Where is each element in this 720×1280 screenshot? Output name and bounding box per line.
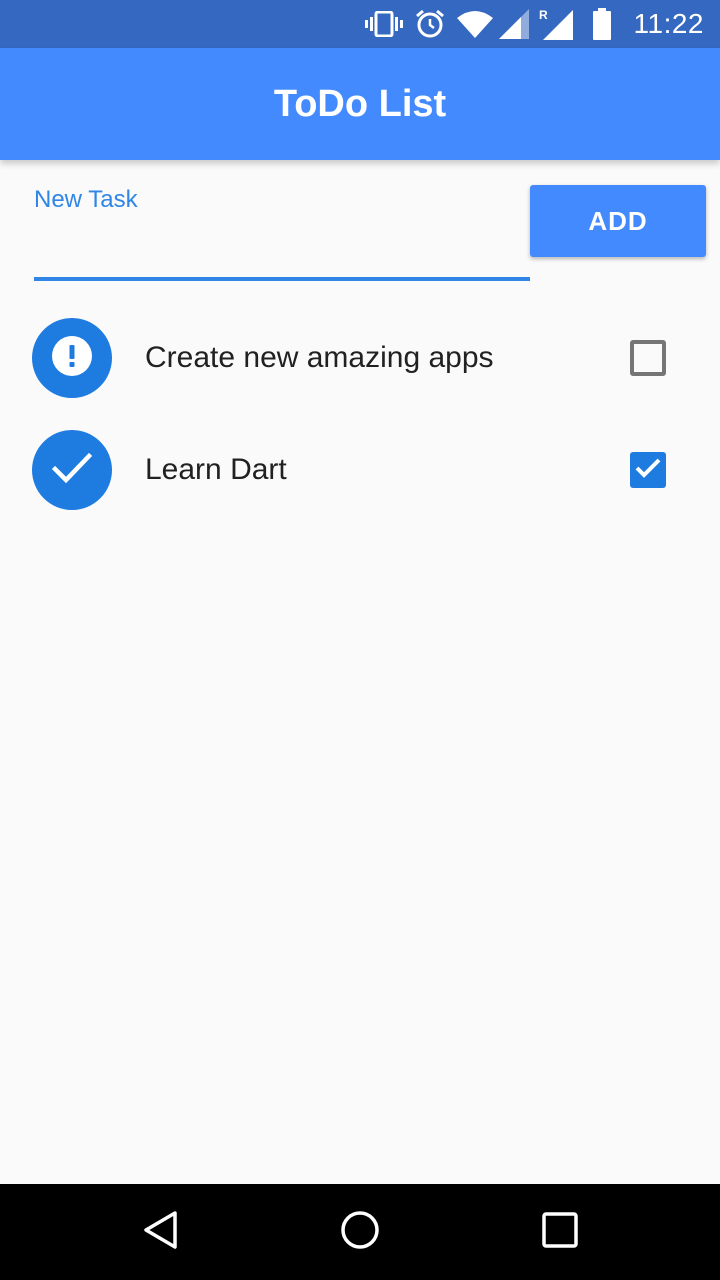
alarm-icon xyxy=(414,0,446,48)
task-text: Create new amazing apps xyxy=(145,341,494,374)
check-icon xyxy=(51,451,93,490)
page-title: ToDo List xyxy=(273,83,447,125)
wifi-icon xyxy=(456,0,494,48)
roaming-signal-icon: R xyxy=(538,0,574,48)
list-item[interactable]: Create new amazing apps xyxy=(0,302,720,414)
battery-icon xyxy=(590,0,614,48)
task-checkbox[interactable] xyxy=(630,452,666,488)
recents-icon xyxy=(542,1211,578,1253)
list-item[interactable]: Learn Dart xyxy=(0,414,720,526)
task-text: Learn Dart xyxy=(145,453,287,486)
input-underline xyxy=(34,277,530,281)
vibrate-icon xyxy=(364,0,404,48)
new-task-input[interactable] xyxy=(34,218,530,274)
status-time: 11:22 xyxy=(633,8,704,39)
svg-text:R: R xyxy=(539,8,548,22)
exclamation-icon xyxy=(52,335,92,381)
new-task-label: New Task xyxy=(34,186,138,213)
task-checkbox[interactable] xyxy=(630,340,666,376)
task-status-avatar xyxy=(32,318,112,398)
navigation-bar xyxy=(0,1184,720,1280)
add-button[interactable]: ADD xyxy=(530,185,706,257)
back-button[interactable] xyxy=(112,1184,208,1280)
app-bar: ToDo List xyxy=(0,48,720,160)
status-bar: R 11:22 xyxy=(0,0,720,48)
home-icon xyxy=(340,1210,380,1255)
signal-icon xyxy=(498,0,530,48)
recents-button[interactable] xyxy=(512,1184,608,1280)
checkbox-check-icon xyxy=(634,457,662,484)
task-status-avatar xyxy=(32,430,112,510)
home-button[interactable] xyxy=(312,1184,408,1280)
back-icon xyxy=(142,1210,178,1255)
